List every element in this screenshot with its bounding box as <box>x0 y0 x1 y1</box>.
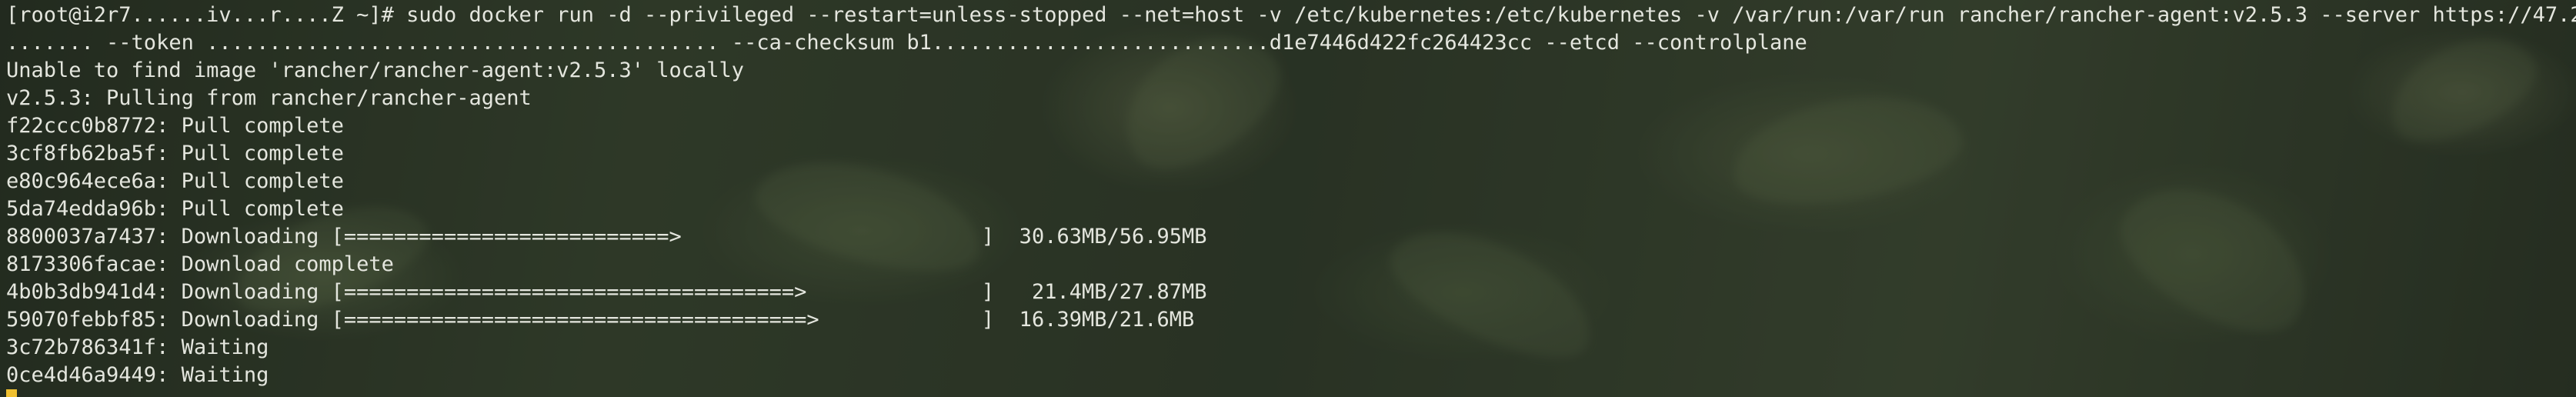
terminal-line-download-progress: 59070febbf85: Downloading [=============… <box>6 308 1195 332</box>
terminal-line: Unable to find image 'rancher/rancher-ag… <box>6 58 745 82</box>
terminal-line: 3c72b786341f: Waiting <box>6 335 269 359</box>
terminal-line-download-progress: 4b0b3db941d4: Downloading [=============… <box>6 280 1207 304</box>
terminal-line: 0ce4d46a9449: Waiting <box>6 363 269 387</box>
terminal-line: v2.5.3: Pulling from rancher/rancher-age… <box>6 86 532 110</box>
terminal-window[interactable]: [root@i2r7......iv...r....Z ~]# sudo doc… <box>0 0 2576 397</box>
terminal-line-command: [root@i2r7......iv...r....Z ~]# sudo doc… <box>6 3 2576 27</box>
terminal-line: 3cf8fb62ba5f: Pull complete <box>6 142 344 165</box>
terminal-line-command-continued: ....... --token ........................… <box>6 31 1807 55</box>
terminal-line: e80c964ece6a: Pull complete <box>6 169 344 193</box>
terminal-line-download-progress: 8800037a7437: Downloading [=============… <box>6 225 1207 249</box>
terminal-line: f22ccc0b8772: Pull complete <box>6 114 344 138</box>
terminal-cursor <box>6 389 17 397</box>
terminal-line: 5da74edda96b: Pull complete <box>6 197 344 221</box>
terminal-output[interactable]: [root@i2r7......iv...r....Z ~]# sudo doc… <box>6 2 2576 389</box>
terminal-line: 8173306facae: Download complete <box>6 252 394 276</box>
